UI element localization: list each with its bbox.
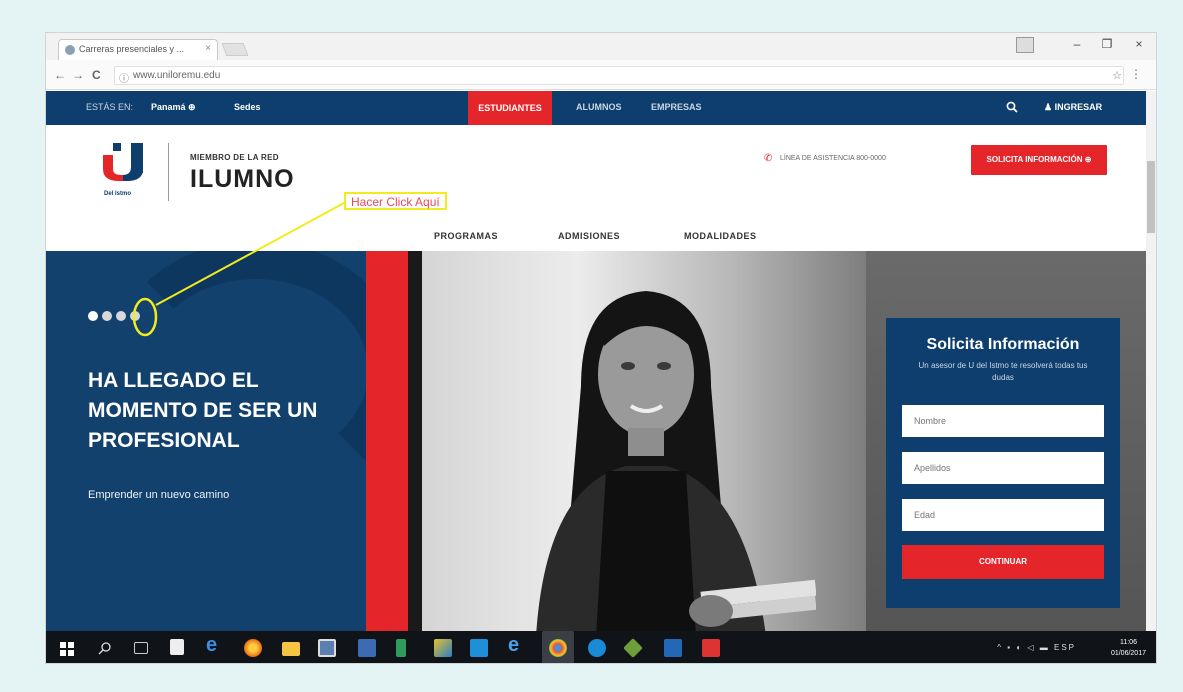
annotation-pointer-line: [155, 202, 345, 306]
annotation-circle: [132, 297, 158, 337]
annotation-label: Hacer Click Aquí: [344, 192, 447, 210]
annotation-overlay: [132, 202, 345, 337]
browser-window: Carreras presenciales y ... × – ❐ × ← → …: [45, 32, 1157, 664]
